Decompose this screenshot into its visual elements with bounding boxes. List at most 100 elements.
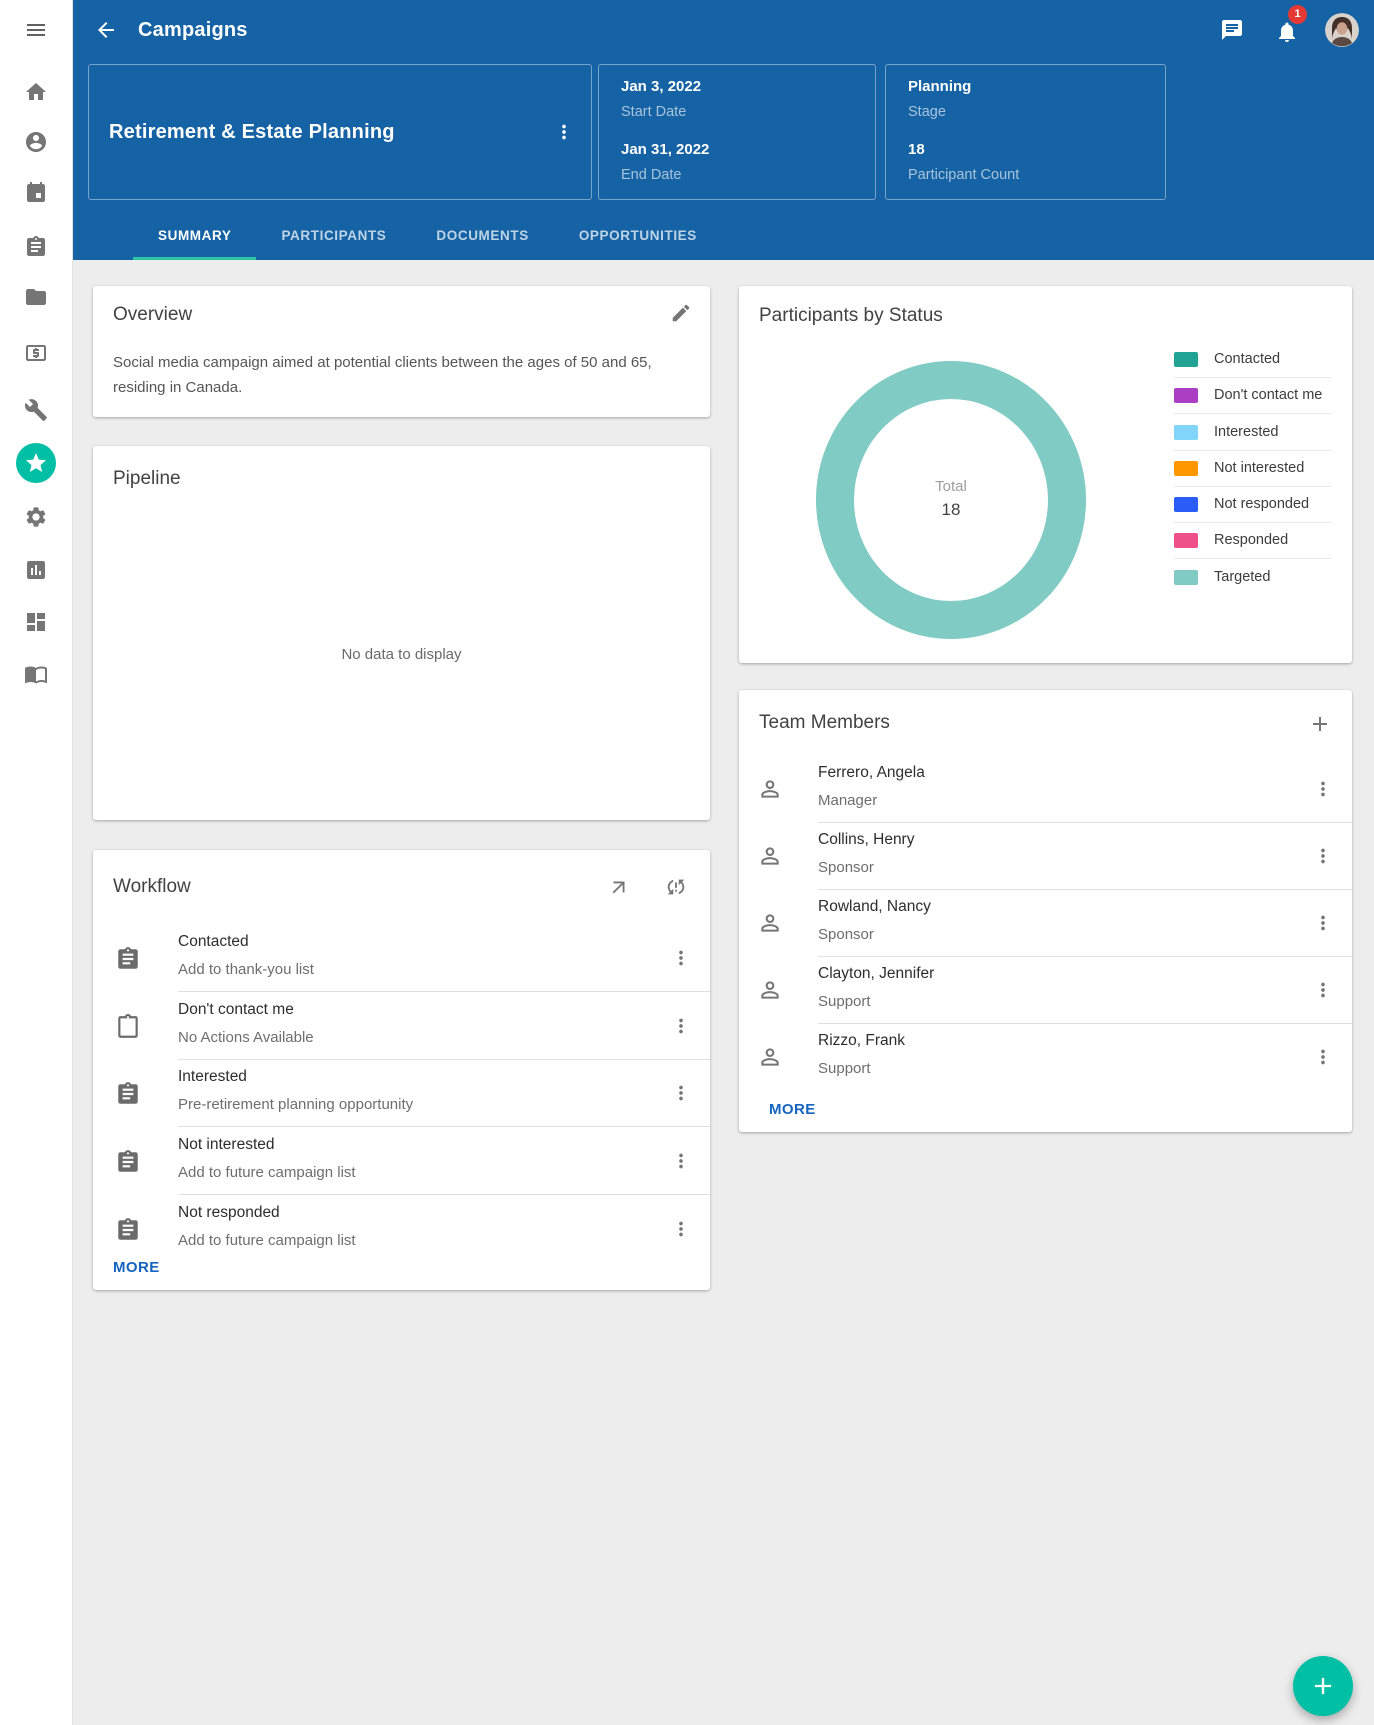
legend-item[interactable]: Contacted — [1174, 342, 1332, 378]
overview-title: Overview — [113, 304, 192, 326]
workflow-item[interactable]: Contacted Add to thank-you list — [93, 925, 710, 992]
kebab-icon — [670, 1218, 692, 1240]
workflow-item-subtitle: Add to future campaign list — [178, 1232, 356, 1249]
workflow-item[interactable]: Interested Pre-retirement planning oppor… — [93, 1060, 710, 1127]
workflow-item-title: Don't contact me — [178, 1001, 294, 1019]
team-member-row[interactable]: Collins, Henry Sponsor — [739, 823, 1352, 890]
back-button[interactable] — [94, 18, 118, 42]
legend-swatch-contacted — [1174, 352, 1198, 367]
legend-swatch-responded — [1174, 533, 1198, 548]
kebab-icon — [1312, 979, 1334, 1001]
workflow-item[interactable]: Not responded Add to future campaign lis… — [93, 1196, 710, 1263]
donut-total-value: 18 — [851, 500, 1051, 520]
legend-label: Not interested — [1214, 451, 1304, 486]
tab-summary[interactable]: SUMMARY — [133, 214, 256, 260]
workflow-item-title: Not responded — [178, 1204, 280, 1222]
end-date-value: Jan 31, 2022 — [621, 141, 709, 158]
sidebar-item-tools[interactable] — [0, 398, 72, 422]
team-member-role: Sponsor — [818, 926, 874, 943]
sidebar-item-tasks[interactable] — [0, 235, 72, 259]
team-member-row[interactable]: Rowland, Nancy Sponsor — [739, 890, 1352, 957]
team-member-menu[interactable] — [1312, 979, 1334, 1001]
team-member-menu[interactable] — [1312, 778, 1334, 800]
workflow-item-menu[interactable] — [670, 1015, 692, 1037]
clipboard-filled-icon — [115, 1149, 141, 1175]
legend-swatch-dont-contact — [1174, 388, 1198, 403]
person-icon — [757, 843, 783, 869]
sidebar — [0, 0, 73, 1725]
dollar-icon — [24, 341, 48, 365]
start-date-value: Jan 3, 2022 — [621, 78, 701, 95]
sidebar-item-book[interactable] — [0, 662, 72, 686]
legend-label: Not responded — [1214, 487, 1309, 522]
sidebar-item-money[interactable] — [0, 341, 72, 365]
legend-item[interactable]: Targeted — [1174, 560, 1332, 596]
sidebar-item-settings[interactable] — [0, 505, 72, 529]
kebab-icon — [1312, 912, 1334, 934]
sidebar-item-home[interactable] — [0, 80, 72, 104]
add-team-member-button[interactable] — [1308, 712, 1332, 736]
legend-item[interactable]: Not interested — [1174, 451, 1332, 487]
workflow-item-menu[interactable] — [670, 1082, 692, 1104]
clipboard-filled-icon — [115, 1081, 141, 1107]
wrench-icon — [24, 398, 48, 422]
team-member-menu[interactable] — [1312, 1046, 1334, 1068]
sidebar-item-calendar[interactable] — [0, 181, 72, 205]
hamburger-icon — [24, 18, 48, 42]
overview-card: Overview Social media campaign aimed at … — [93, 286, 710, 417]
workflow-item-title: Interested — [178, 1068, 247, 1086]
person-icon — [757, 1044, 783, 1070]
divider — [1174, 413, 1332, 414]
avatar-photo — [1325, 13, 1359, 47]
legend-item[interactable]: Don't contact me — [1174, 378, 1332, 414]
workflow-open-button[interactable] — [608, 876, 630, 898]
tab-opportunities[interactable]: OPPORTUNITIES — [554, 214, 722, 260]
legend-item[interactable]: Responded — [1174, 523, 1332, 559]
divider — [178, 991, 710, 992]
workflow-item[interactable]: Don't contact me No Actions Available — [93, 993, 710, 1060]
overview-body: Social media campaign aimed at potential… — [113, 350, 685, 400]
workflow-more-button[interactable]: MORE — [113, 1259, 160, 1276]
kebab-icon — [1312, 778, 1334, 800]
sidebar-item-dashboard[interactable] — [0, 610, 72, 634]
workflow-item-menu[interactable] — [670, 1218, 692, 1240]
tab-documents[interactable]: DOCUMENTS — [411, 214, 553, 260]
kebab-icon — [553, 121, 575, 143]
pipeline-title: Pipeline — [113, 468, 181, 490]
campaigns-star-icon — [16, 443, 56, 483]
team-member-row[interactable]: Rizzo, Frank Support — [739, 1024, 1352, 1091]
team-member-role: Manager — [818, 792, 877, 809]
legend-label: Interested — [1214, 415, 1279, 450]
legend-swatch-targeted — [1174, 570, 1198, 585]
menu-button[interactable] — [0, 18, 72, 42]
team-member-menu[interactable] — [1312, 845, 1334, 867]
tab-participants[interactable]: PARTICIPANTS — [256, 214, 411, 260]
sidebar-item-campaigns-active[interactable] — [0, 443, 72, 483]
plus-icon — [1309, 1672, 1337, 1700]
edit-overview-button[interactable] — [670, 302, 692, 324]
team-member-name: Rowland, Nancy — [818, 898, 931, 916]
workflow-item-subtitle: Add to thank-you list — [178, 961, 314, 978]
sidebar-item-reports[interactable] — [0, 558, 72, 582]
user-avatar[interactable] — [1325, 13, 1359, 47]
legend-item[interactable]: Not responded — [1174, 487, 1332, 523]
legend-label: Don't contact me — [1214, 378, 1322, 413]
team-more-button[interactable]: MORE — [769, 1101, 816, 1118]
team-member-name: Clayton, Jennifer — [818, 965, 934, 983]
team-member-row[interactable]: Ferrero, Angela Manager — [739, 756, 1352, 823]
workflow-sync-button[interactable] — [665, 876, 687, 898]
legend-item[interactable]: Interested — [1174, 415, 1332, 451]
workflow-item[interactable]: Not interested Add to future campaign li… — [93, 1128, 710, 1195]
donut-total-label: Total — [851, 478, 1051, 495]
sidebar-item-documents[interactable] — [0, 285, 72, 309]
team-member-role: Support — [818, 1060, 871, 1077]
workflow-item-menu[interactable] — [670, 1150, 692, 1172]
start-date-label: Start Date — [621, 104, 686, 120]
team-member-row[interactable]: Clayton, Jennifer Support — [739, 957, 1352, 1024]
chat-button[interactable] — [1220, 18, 1244, 42]
campaign-menu-button[interactable] — [553, 121, 575, 143]
team-member-menu[interactable] — [1312, 912, 1334, 934]
sidebar-item-contacts[interactable] — [0, 130, 72, 154]
workflow-item-menu[interactable] — [670, 947, 692, 969]
add-fab-button[interactable] — [1293, 1656, 1353, 1716]
